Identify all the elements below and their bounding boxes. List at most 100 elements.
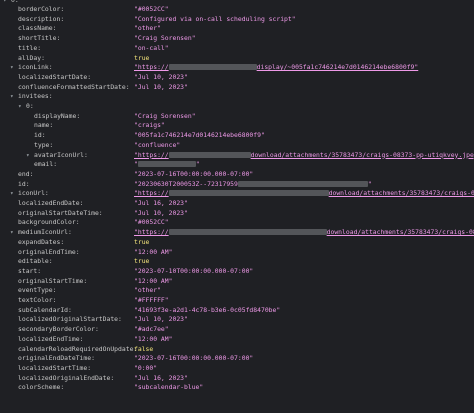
property-key: colorScheme:	[18, 383, 65, 392]
tree-row: eventType: "other"	[0, 286, 474, 295]
property-key: originalEndTime:	[18, 247, 80, 256]
property-value: "other"	[134, 286, 161, 295]
property-key: start:	[18, 266, 42, 275]
property-key: 0:	[26, 102, 34, 110]
tree-row: editable: true	[0, 257, 474, 266]
tree-row: localizedOriginalEndDate: "Jul 16, 2023"	[0, 374, 474, 383]
value-suffix: "	[367, 179, 372, 188]
property-key: localizedStartDate:	[18, 72, 92, 81]
value-suffix: download/attachments/35783473/craigs-083…	[250, 150, 474, 159]
property-key: description:	[18, 14, 65, 23]
property-value: "005fa1c746214e7d0146214ebe6800f9"	[134, 131, 265, 140]
property-value: "12:00 AM"	[134, 247, 173, 256]
tree-row: textColor: "#FFFFFF"	[0, 296, 474, 305]
tree-row: originalStartDateTime: "Jul 10, 2023"	[0, 209, 474, 218]
property-value: "12:00 AM"	[134, 276, 173, 285]
redacted-block	[237, 180, 368, 187]
property-link[interactable]: "https:// display/~005fa1c746214e7d014621…	[134, 63, 418, 72]
expand-arrow-icon[interactable]: ▾	[18, 102, 22, 111]
tree-row: borderColor: "#0052CC"	[0, 5, 474, 14]
property-value: true	[134, 237, 150, 246]
property-key: calendarReloadRequiredOnUpdate:	[18, 344, 138, 353]
property-key: borderColor:	[18, 5, 65, 13]
property-link[interactable]: "https:// download/attachments/35783473/c…	[134, 151, 474, 160]
property-value: "Jul 10, 2023"	[134, 72, 188, 81]
value-suffix: download/attachments/35783473/craigs-083…	[326, 228, 474, 237]
tree-row[interactable]: ▾ mediumIconUrl: "https:// download/attachm…	[0, 228, 474, 237]
property-key: shortTitle:	[18, 34, 61, 43]
property-value: "12:00 AM"	[134, 334, 173, 343]
expand-arrow-icon[interactable]: ▾	[10, 189, 14, 198]
tree-row: shortTitle: "Craig Sorensen"	[0, 34, 474, 43]
property-value: "#0052CC"	[134, 5, 169, 13]
property-value: "0:00"	[134, 363, 158, 372]
property-link[interactable]: "https:// download/attachments/35783473/c…	[134, 228, 474, 237]
property-value: "2023-07-16T00:00:00.000-07:00"	[134, 169, 254, 178]
tree-row: confluenceFormattedStartDate: "Jul 10, 20…	[0, 83, 474, 92]
property-key: title:	[18, 43, 42, 52]
tree-row: backgroundColor: "#0052CC"	[0, 218, 474, 227]
tree-row[interactable]: ▾ avatarIconUrl: "https:// download/attachm…	[0, 151, 474, 160]
tree-row: id: "005fa1c746214e7d0146214ebe6800f9"	[0, 131, 474, 140]
value-prefix: "https://	[134, 189, 169, 198]
property-value: "subcalendar-blue"	[134, 383, 204, 392]
tree-row: localizedStartDate: "Jul 10, 2023"	[0, 73, 474, 82]
tree-row: localizedEndDate: "Jul 16, 2023"	[0, 199, 474, 208]
redacted-block	[168, 64, 257, 71]
tree-row: localizedStartTime: "0:00"	[0, 364, 474, 373]
property-key: expandDates:	[18, 237, 65, 246]
value-suffix: display/~005fa1c746214e7d0146214ebe6800f…	[256, 63, 419, 72]
tree-row: type: "confluence"	[0, 141, 474, 150]
property-value: "Jul 16, 2023"	[134, 199, 188, 207]
tree-row: name: "craigs"	[0, 121, 474, 130]
tree-row[interactable]: ▾ iconUrl: "https:// download/attachments/3…	[0, 189, 474, 198]
property-value: "Configured via on-call scheduling scrip…	[134, 14, 296, 23]
tree-row[interactable]: ▾ invitees:	[0, 92, 474, 101]
value-prefix: "https://	[134, 228, 169, 237]
property-link[interactable]: "https:// download/attachments/35783473/c…	[134, 189, 474, 198]
tree-row: originalStartTime: "12:00 AM"	[0, 277, 474, 286]
redacted-block	[168, 190, 329, 197]
property-key: localizedOriginalStartDate:	[18, 315, 122, 324]
property-key: id:	[34, 131, 46, 140]
property-value: "Jul 16, 2023"	[134, 373, 188, 382]
tree-row: originalEndTime: "12:00 AM"	[0, 248, 474, 257]
json-tree-viewer: ▾ 0: borderColor: "#0052CC" description: "C…	[0, 0, 474, 413]
property-value: true	[134, 257, 150, 266]
tree-row: id: "20230630T200053Z--72317959 "	[0, 180, 474, 189]
tree-row[interactable]: ▾ iconLink: "https:// display/~005fa1c74621…	[0, 63, 474, 72]
expand-arrow-icon[interactable]: ▾	[10, 228, 14, 237]
expand-arrow-icon[interactable]: ▾	[10, 92, 14, 101]
property-value: "2023-07-10T00:00:00.000-07:00"	[134, 266, 254, 275]
property-key: editable:	[18, 257, 53, 266]
property-value: "Jul 10, 2023"	[134, 82, 188, 91]
property-key: confluenceFormattedStartDate:	[18, 82, 130, 91]
tree-row: email: " "	[0, 160, 474, 169]
tree-row: calendarReloadRequiredOnUpdate: false	[0, 345, 474, 354]
property-key: end:	[18, 169, 34, 178]
value-prefix: "20230630T200053Z--72317959	[134, 179, 238, 188]
tree-row: className: "other"	[0, 24, 474, 33]
property-value: "craigs"	[134, 121, 165, 130]
tree-row: localizedEndTime: "12:00 AM"	[0, 335, 474, 344]
property-key: localizedEndTime:	[18, 334, 84, 343]
property-key: originalEndDateTime:	[18, 354, 95, 363]
tree-row: end: "2023-07-16T00:00:00.000-07:00"	[0, 170, 474, 179]
value-suffix: "	[195, 160, 200, 169]
value-prefix: "https://	[134, 63, 169, 72]
property-value: "other"	[134, 24, 161, 33]
property-key: localizedStartTime:	[18, 363, 92, 372]
property-value: "Craig Sorensen"	[134, 34, 196, 43]
tree-row: expandDates: true	[0, 238, 474, 247]
property-key: displayName:	[34, 111, 81, 120]
property-value: "on-call"	[134, 43, 169, 52]
property-key: subCalendarId:	[18, 305, 72, 314]
redacted-block	[137, 161, 196, 168]
expand-arrow-icon[interactable]: ▾	[26, 151, 30, 160]
expand-arrow-icon[interactable]: ▾	[10, 63, 14, 72]
property-key: invitees:	[18, 92, 53, 101]
property-key: originalStartDateTime:	[18, 208, 103, 217]
property-value: "confluence"	[134, 140, 181, 149]
property-value: true	[134, 53, 150, 62]
tree-row[interactable]: ▾ 0:	[0, 102, 474, 111]
